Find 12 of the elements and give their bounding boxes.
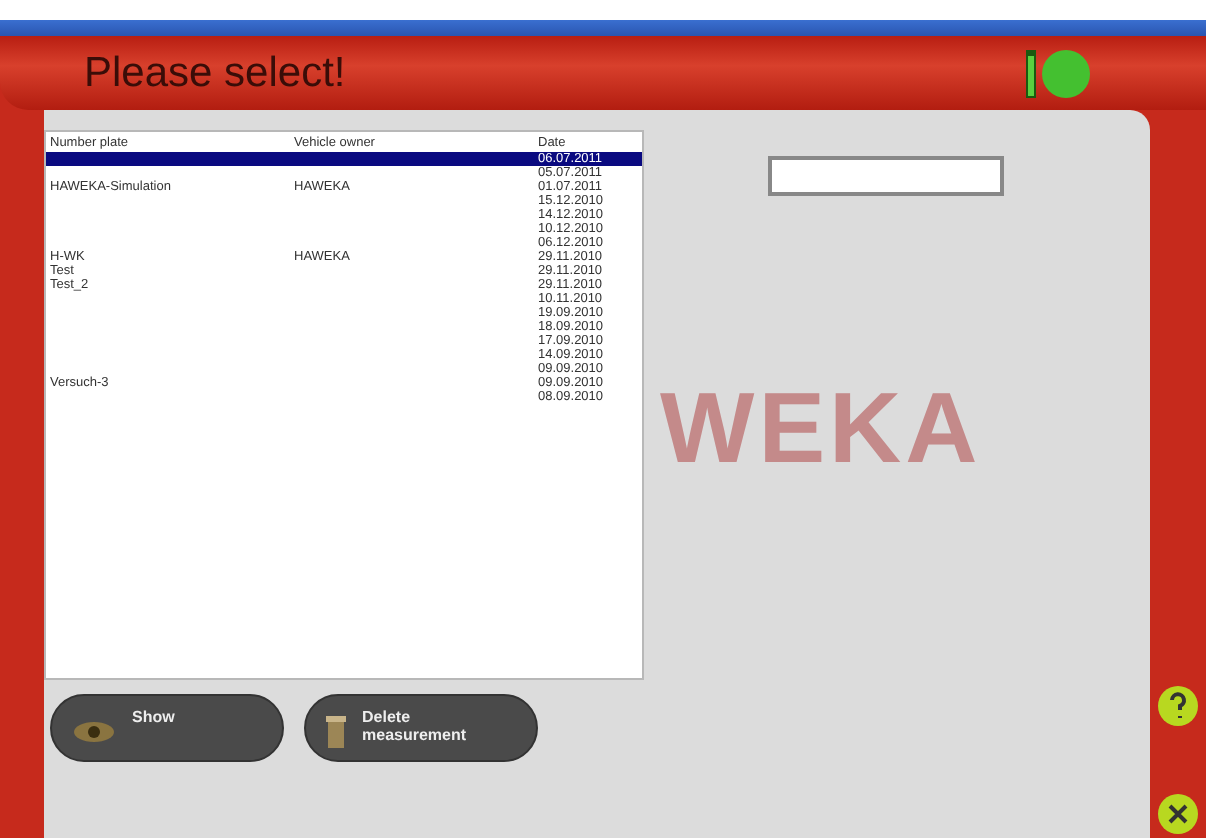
help-icon[interactable] (1158, 686, 1198, 726)
trash-icon (326, 716, 346, 748)
delete-button[interactable]: Delete measurement (304, 694, 538, 762)
input-field[interactable] (768, 156, 1004, 196)
show-button[interactable]: Show (50, 694, 284, 762)
page-title: Please select! (84, 49, 348, 97)
level-bar-icon (1026, 49, 1036, 97)
background-logo: WEKA (660, 370, 982, 486)
status-light-icon (1042, 49, 1090, 97)
eye-icon (72, 720, 116, 744)
measurement-list[interactable] (44, 130, 644, 680)
close-icon[interactable] (1158, 794, 1198, 834)
